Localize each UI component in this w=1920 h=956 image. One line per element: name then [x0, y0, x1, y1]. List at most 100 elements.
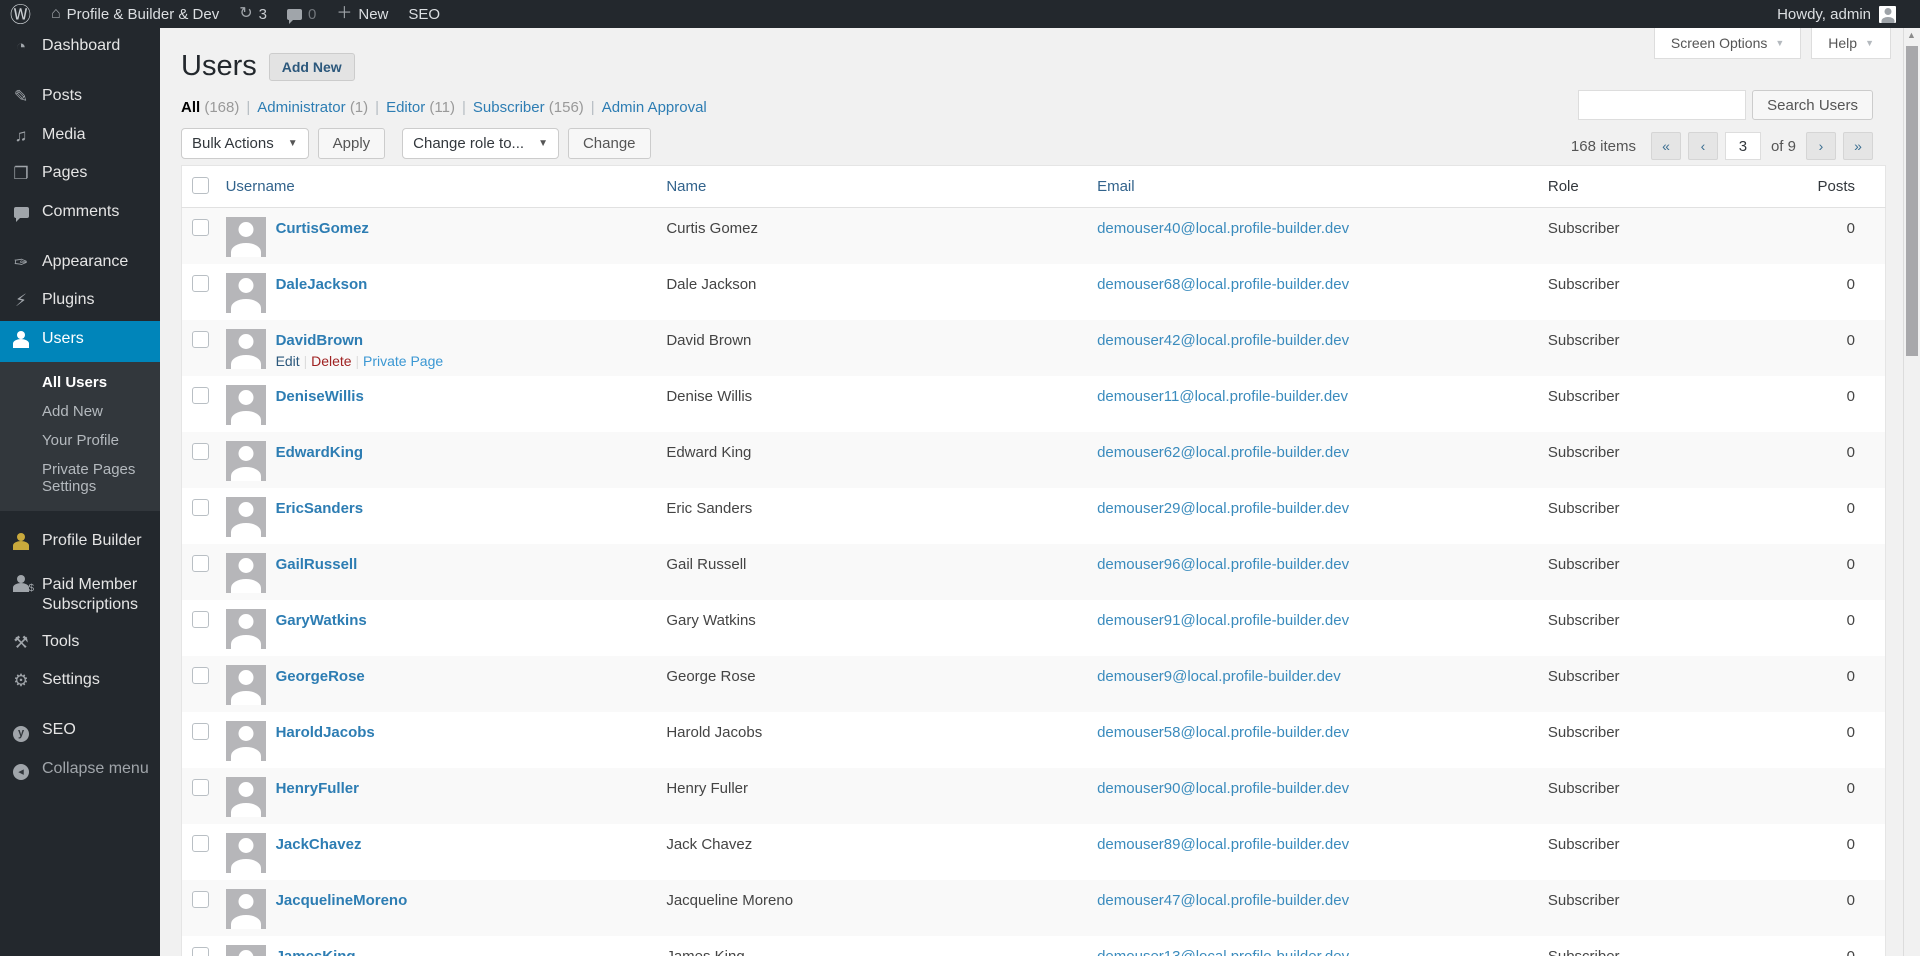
next-page-button[interactable]: ›	[1806, 132, 1836, 160]
email-link[interactable]: demouser11@local.profile-builder.dev	[1097, 388, 1348, 405]
filter-admin-approval[interactable]: Admin Approval	[602, 99, 707, 116]
submenu-all-users[interactable]: All Users	[0, 368, 160, 397]
row-checkbox[interactable]	[192, 835, 209, 852]
edit-action-link[interactable]: Edit	[276, 353, 300, 369]
seo-admin-bar-menu[interactable]: SEO	[398, 0, 450, 28]
username-link[interactable]: DaleJackson	[276, 276, 368, 293]
avatar	[226, 721, 266, 761]
sidebar-item-tools[interactable]: ⚒ Tools	[0, 624, 160, 662]
username-link[interactable]: CurtisGomez	[276, 220, 369, 237]
email-link[interactable]: demouser89@local.profile-builder.dev	[1097, 836, 1349, 853]
apply-button[interactable]: Apply	[318, 128, 386, 159]
row-checkbox[interactable]	[192, 611, 209, 628]
account-menu[interactable]: Howdy, admin	[1777, 6, 1920, 23]
submenu-private-pages-settings[interactable]: Private Pages Settings	[0, 455, 160, 501]
email-link[interactable]: demouser68@local.profile-builder.dev	[1097, 276, 1349, 293]
last-page-button[interactable]: »	[1843, 132, 1873, 160]
change-role-select[interactable]: Change role to... ▼	[402, 128, 559, 159]
current-page-input[interactable]	[1725, 132, 1761, 160]
submenu-add-new[interactable]: Add New	[0, 397, 160, 426]
row-checkbox[interactable]	[192, 219, 209, 236]
username-link[interactable]: HenryFuller	[276, 780, 359, 797]
username-link[interactable]: EricSanders	[276, 500, 364, 517]
filter-administrator[interactable]: Administrator (1)	[257, 99, 368, 116]
row-checkbox[interactable]	[192, 499, 209, 516]
delete-action-link[interactable]: Delete	[311, 353, 351, 369]
email-link[interactable]: demouser9@local.profile-builder.dev	[1097, 668, 1341, 685]
email-link[interactable]: demouser62@local.profile-builder.dev	[1097, 444, 1349, 461]
first-page-button[interactable]: «	[1651, 132, 1681, 160]
sort-email-header[interactable]: Email	[1097, 178, 1135, 195]
row-checkbox[interactable]	[192, 443, 209, 460]
username-link[interactable]: DeniseWillis	[276, 388, 364, 405]
help-button[interactable]: Help ▼	[1811, 28, 1891, 59]
new-content-menu[interactable]: ＋ New	[326, 0, 398, 28]
email-link[interactable]: demouser42@local.profile-builder.dev	[1097, 332, 1349, 349]
site-menu[interactable]: ⌂ Profile & Builder & Dev	[41, 0, 229, 28]
row-checkbox[interactable]	[192, 667, 209, 684]
select-all-checkbox[interactable]	[192, 177, 209, 194]
row-checkbox[interactable]	[192, 331, 209, 348]
email-link[interactable]: demouser13@local.profile-builder.dev	[1097, 948, 1349, 956]
sidebar-item-pages[interactable]: ❐ Pages	[0, 155, 160, 193]
sidebar-item-dashboard[interactable]: ◔ Dashboard	[0, 28, 160, 66]
sidebar-item-comments[interactable]: Comments	[0, 194, 160, 232]
update-count: 3	[259, 6, 267, 23]
email-link[interactable]: demouser29@local.profile-builder.dev	[1097, 500, 1349, 517]
menu-separator	[0, 700, 160, 712]
updates-menu[interactable]: ↻ 3	[229, 0, 277, 28]
vertical-scrollbar[interactable]: ▲	[1903, 28, 1920, 956]
username-link[interactable]: GaryWatkins	[276, 612, 367, 629]
name-cell: Harold Jacobs	[658, 712, 1089, 768]
submenu-your-profile[interactable]: Your Profile	[0, 426, 160, 455]
add-new-button[interactable]: Add New	[269, 53, 355, 81]
search-users-input[interactable]	[1578, 90, 1746, 120]
filter-all[interactable]: All (168)	[181, 99, 239, 116]
bulk-actions-select[interactable]: Bulk Actions ▼	[181, 128, 309, 159]
email-link[interactable]: demouser96@local.profile-builder.dev	[1097, 556, 1349, 573]
row-checkbox[interactable]	[192, 275, 209, 292]
scrollbar-thumb[interactable]	[1906, 46, 1918, 356]
username-link[interactable]: EdwardKing	[276, 444, 364, 461]
email-link[interactable]: demouser40@local.profile-builder.dev	[1097, 220, 1349, 237]
wordpress-logo-icon[interactable]: Ⓦ	[0, 0, 41, 28]
sidebar-item-profile-builder[interactable]: Profile Builder	[0, 523, 160, 564]
row-checkbox[interactable]	[192, 891, 209, 908]
search-users-button[interactable]: Search Users	[1752, 90, 1873, 120]
email-link[interactable]: demouser91@local.profile-builder.dev	[1097, 612, 1349, 629]
sidebar-item-plugins[interactable]: ⚡ Plugins	[0, 282, 160, 320]
sidebar-item-settings[interactable]: ⚙ Settings	[0, 662, 160, 700]
row-checkbox[interactable]	[192, 387, 209, 404]
sidebar-item-seo[interactable]: y SEO	[0, 712, 160, 751]
email-link[interactable]: demouser90@local.profile-builder.dev	[1097, 780, 1349, 797]
collapse-menu-button[interactable]: ◂ Collapse menu	[0, 751, 160, 790]
row-checkbox[interactable]	[192, 555, 209, 572]
row-checkbox[interactable]	[192, 779, 209, 796]
sort-name-header[interactable]: Name	[666, 178, 706, 195]
row-checkbox[interactable]	[192, 947, 209, 956]
username-link[interactable]: JamesKing	[276, 948, 356, 956]
username-link[interactable]: GailRussell	[276, 556, 358, 573]
email-link[interactable]: demouser47@local.profile-builder.dev	[1097, 892, 1349, 909]
username-link[interactable]: DavidBrown	[276, 332, 364, 349]
filter-editor[interactable]: Editor (11)	[386, 99, 455, 116]
sidebar-item-users[interactable]: Users	[0, 321, 160, 362]
screen-options-button[interactable]: Screen Options ▼	[1654, 28, 1801, 59]
prev-page-button[interactable]: ‹	[1688, 132, 1718, 160]
email-link[interactable]: demouser58@local.profile-builder.dev	[1097, 724, 1349, 741]
username-link[interactable]: GeorgeRose	[276, 668, 365, 685]
page-link-action-link[interactable]: Private Page	[363, 353, 443, 369]
sidebar-item-posts[interactable]: ✎ Posts	[0, 78, 160, 116]
sidebar-item-media[interactable]: ♫ Media	[0, 117, 160, 155]
change-button[interactable]: Change	[568, 128, 651, 159]
sidebar-item-paid-member-subscriptions[interactable]: $ Paid Member Subscriptions	[0, 565, 160, 624]
comments-menu[interactable]: 0	[277, 0, 326, 28]
sort-username-header[interactable]: Username	[226, 178, 295, 195]
sidebar-item-appearance[interactable]: ✑ Appearance	[0, 244, 160, 282]
filter-subscriber[interactable]: Subscriber (156)	[473, 99, 584, 116]
row-checkbox[interactable]	[192, 723, 209, 740]
username-link[interactable]: JacquelineMoreno	[276, 892, 408, 909]
username-link[interactable]: JackChavez	[276, 836, 362, 853]
posts-cell: 0	[1790, 600, 1885, 656]
username-link[interactable]: HaroldJacobs	[276, 724, 375, 741]
